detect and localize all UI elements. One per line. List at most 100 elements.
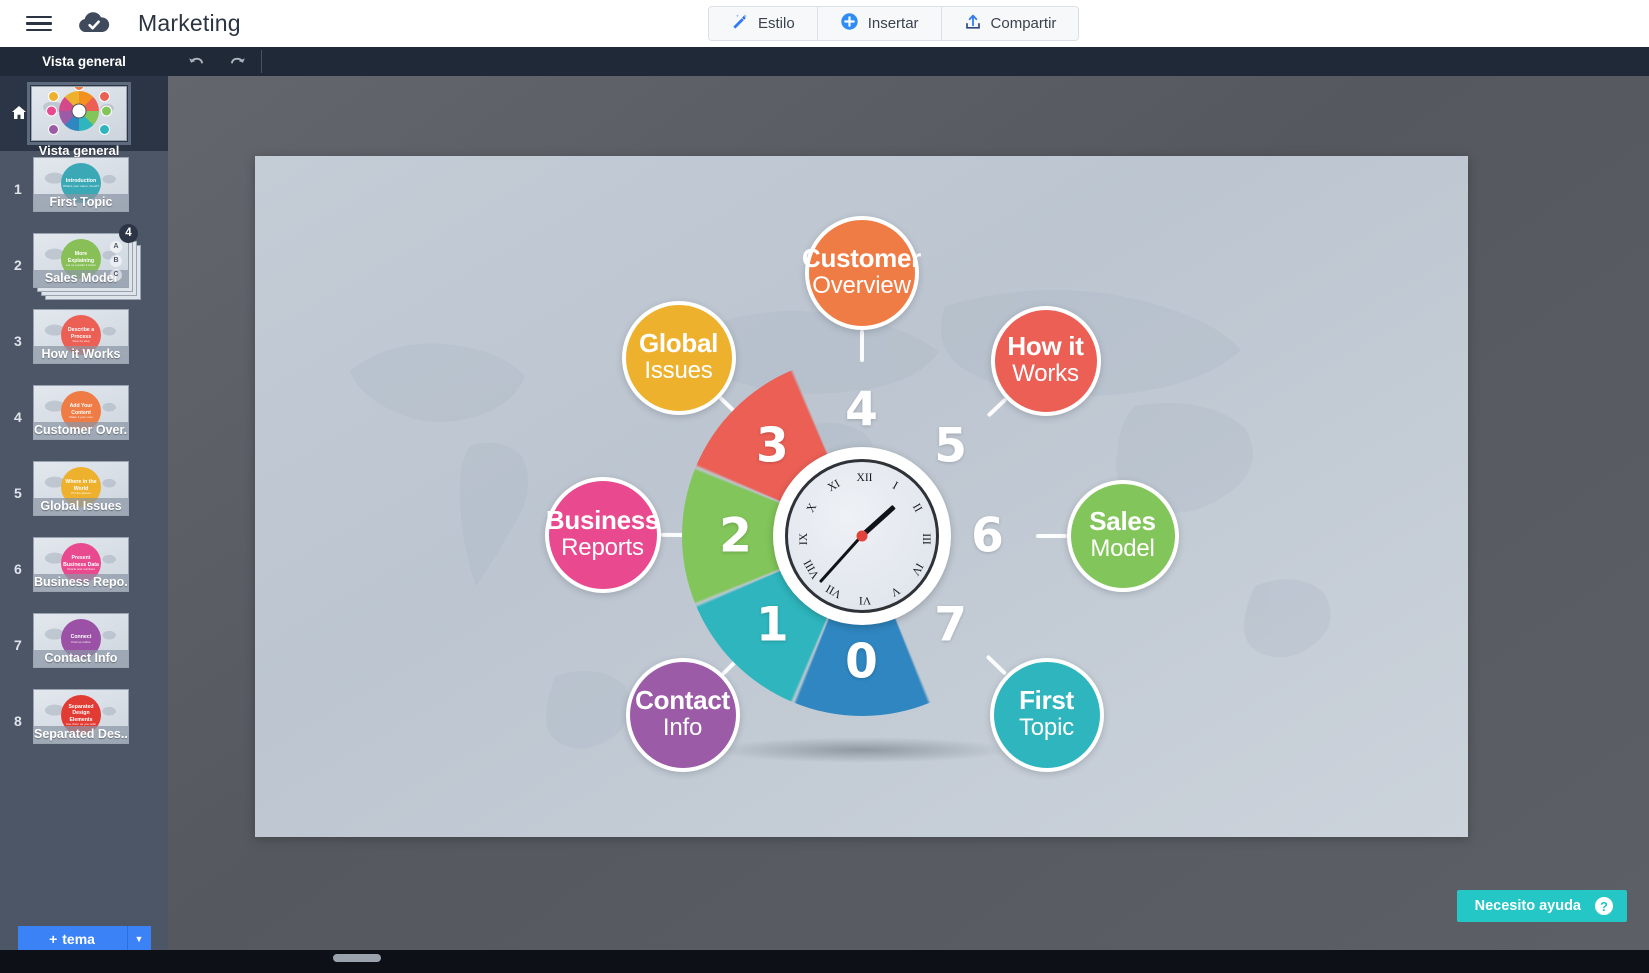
clock-numeral: V: [888, 584, 902, 599]
clock-numeral: VII: [824, 582, 844, 601]
magic-wand-icon: [731, 13, 749, 35]
top-toolbar-buttons: Estilo Insertar Compartir: [708, 6, 1080, 41]
sidebar-slide-3[interactable]: 3 Describe a Process Step by step How it Wo…: [0, 303, 168, 379]
topic-bubble[interactable]: Global Issues: [621, 300, 736, 415]
topic-bubble[interactable]: Business Reports: [544, 476, 661, 593]
cloud-check-icon[interactable]: [74, 10, 114, 38]
sidebar-slide-5[interactable]: 5 Where in the World Pin the places Global …: [0, 455, 168, 531]
slide-thumbnail[interactable]: Connect Find us online Contact Info: [33, 613, 129, 668]
hamburger-menu-icon[interactable]: [26, 14, 52, 34]
slide-thumbnail[interactable]: More Explaining Let us explain it better S…: [33, 233, 129, 288]
bubble-title-line1: Customer: [802, 243, 921, 274]
slide-thumbnail-label: Contact Info: [34, 650, 128, 667]
top-bar: Marketing Estilo Insertar Compartir: [0, 0, 1649, 47]
sidebar-slide-2[interactable]: 2 More Explaining Let us explain it better…: [0, 224, 168, 303]
slide-thumbnail-wrap: Introduction What's your name, friend? Fir…: [33, 157, 129, 212]
topic-bubble[interactable]: How it Works: [990, 305, 1101, 416]
sidebar-slide-7[interactable]: 7 Connect Find us online Contact Info: [0, 607, 168, 683]
slide-thumbnail[interactable]: Introduction What's your name, friend? Fir…: [33, 157, 129, 212]
slide-thumbnail[interactable]: Present Business Data Charts and numbers B…: [33, 537, 129, 592]
slide-thumbnail-label: First Topic: [34, 194, 128, 211]
thumb-topic-title: Where in the World: [65, 479, 97, 492]
bubble-title-line1: How it: [1007, 331, 1084, 362]
thumb-topic-title: Describe a Process: [67, 327, 95, 340]
slide-thumbnail[interactable]: Where in the World Pin the places Global I…: [33, 461, 129, 516]
substep-marker-c: C: [110, 269, 122, 281]
undo-redo-group: [168, 47, 248, 76]
topic-bubble[interactable]: Customer Overview: [802, 215, 921, 330]
clock-numeral: III: [919, 532, 932, 545]
slide-thumbnail[interactable]: Describe a Process Step by step How it Wor…: [33, 309, 129, 364]
bubble-title-line1: Global: [638, 328, 719, 359]
slide-thumbnail-wrap: Present Business Data Charts and numbers B…: [33, 537, 129, 592]
slide-thumbnail-wrap: Describe a Process Step by step How it Wor…: [33, 309, 129, 364]
thumb-topic-subtitle: Step by step: [72, 339, 90, 343]
bubble-title-line1: First: [1019, 685, 1074, 716]
sidebar-slide-8[interactable]: 8 Separated Design Elements Use them as yo…: [0, 683, 168, 759]
thumb-topic-subtitle: Let us explain it better: [65, 263, 97, 267]
sidebar-slide-1[interactable]: 1 Introduction What's your name, friend? Fi…: [0, 151, 168, 227]
add-theme-bar: + tema ▼: [0, 926, 168, 951]
clock-center-pin: [856, 530, 867, 541]
question-mark-icon: ?: [1595, 897, 1613, 915]
slide-thumbnail-wrap: More Explaining Let us explain it better S…: [33, 224, 141, 300]
substep-marker-b: B: [110, 255, 122, 267]
slide-canvas[interactable]: 01234567 XII I II III IV V VI VII VIII IX X XI Cust…: [255, 156, 1468, 837]
slide-thumbnail[interactable]: Separated Design Elements Use them as you…: [33, 689, 129, 744]
slide-thumbnail-label: How it Works: [34, 346, 128, 363]
bottom-scrollbar-strip: [0, 950, 1649, 973]
help-badge[interactable]: Necesito ayuda ?: [1456, 890, 1627, 922]
slide-thumbnail-wrap: Add Your Content Make it your own Customer…: [33, 385, 129, 440]
slide-number: 6: [14, 561, 22, 577]
bubble-title-line1: Business: [545, 505, 660, 536]
home-icon: [11, 105, 27, 120]
slides-sidebar: Vista general 1 Introduction What's your n…: [0, 76, 168, 973]
slide-thumbnail[interactable]: Add Your Content Make it your own Customer…: [33, 385, 129, 440]
sidebar-slide-6[interactable]: 6 Present Business Data Charts and numbers…: [0, 531, 168, 607]
infographic-wheel-area: 01234567 XII I II III IV V VI VII VIII IX X XI Cust…: [502, 187, 1222, 807]
topic-bubble[interactable]: Contact Info: [625, 657, 740, 772]
undo-icon[interactable]: [186, 52, 206, 72]
center-clock: XII I II III IV V VI VII VIII IX X XI: [772, 446, 951, 625]
thumb-topic-title: Present Business Data: [63, 555, 99, 568]
share-button[interactable]: Compartir: [941, 7, 1079, 40]
slide-number: 8: [14, 713, 22, 729]
wheel-drop-shadow: [711, 736, 1012, 763]
bubble-title-line2: Issues: [644, 356, 713, 384]
clock-numeral: VIII: [801, 557, 822, 581]
style-button[interactable]: Estilo: [709, 7, 818, 40]
chevron-down-icon[interactable]: ▼: [127, 926, 151, 951]
horizontal-scrollbar-thumb[interactable]: [333, 954, 381, 962]
slide-thumbnail-label: Customer Over...: [34, 422, 128, 439]
redo-icon[interactable]: [228, 52, 248, 72]
thumb-topic-title: Separated Design Elements: [68, 703, 94, 723]
clock-numeral: II: [910, 501, 925, 515]
slide-number: 4: [14, 409, 22, 425]
slide-list: 1 Introduction What's your name, friend? Fi…: [0, 151, 168, 759]
thumb-topic-subtitle: What's your name, friend?: [62, 183, 99, 188]
insert-button[interactable]: Insertar: [817, 7, 942, 40]
thumb-topic-title: More Explaining: [67, 251, 95, 264]
thumb-topic-title: Add Your Content: [69, 403, 93, 416]
sidebar-overview-item[interactable]: Vista general: [0, 76, 168, 158]
overview-thumbnail[interactable]: [27, 82, 131, 145]
topic-bubble[interactable]: Sales Model: [1066, 479, 1179, 592]
slide-number: 5: [14, 485, 22, 501]
sidebar-slide-4[interactable]: 4 Add Your Content Make it your own Custome…: [0, 379, 168, 455]
slide-thumbnail-label: Global Issues: [34, 498, 128, 515]
slide-stack-count-badge: 4: [119, 224, 138, 243]
insert-button-label: Insertar: [867, 15, 919, 32]
bubble-title-line1: Contact: [635, 685, 730, 716]
bubble-title-line2: Overview: [812, 271, 911, 299]
thumb-topic-subtitle: Charts and numbers: [66, 567, 96, 571]
add-theme-main[interactable]: + tema: [17, 926, 128, 951]
clock-numeral: I: [890, 479, 900, 492]
substep-marker-a: A: [110, 241, 122, 253]
clock-face: XII I II III IV V VI VII VIII IX X XI: [784, 458, 939, 613]
add-theme-button[interactable]: + tema ▼: [17, 926, 151, 951]
bubble-title-line2: Topic: [1018, 713, 1075, 741]
clock-minute-hand: [818, 534, 863, 583]
overview-tab-label[interactable]: Vista general: [0, 47, 168, 76]
topic-bubble[interactable]: First Topic: [989, 657, 1104, 772]
document-title: Marketing: [138, 10, 241, 36]
